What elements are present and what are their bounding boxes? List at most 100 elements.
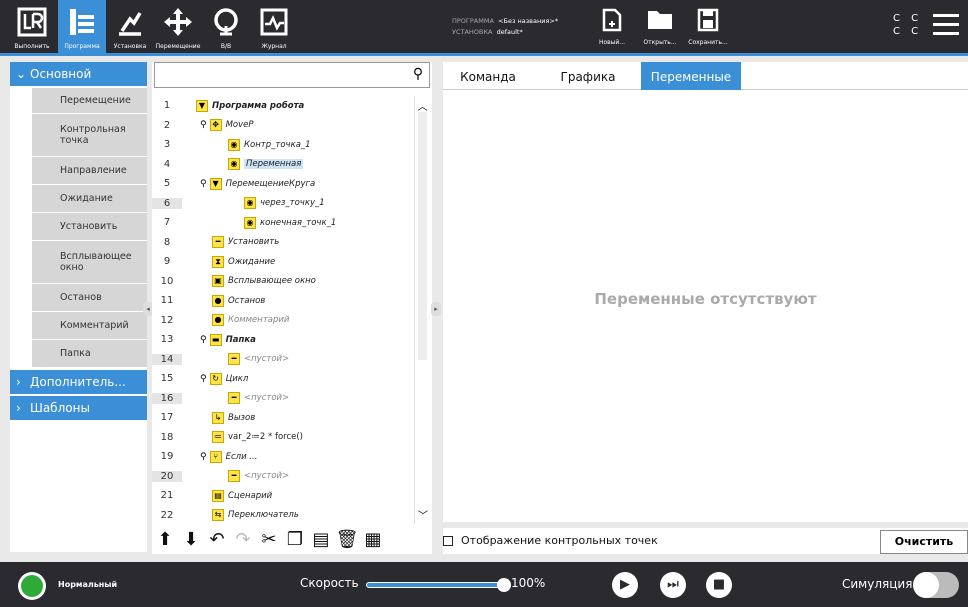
breakpoint-pin-icon[interactable]: ⚲ <box>200 374 207 384</box>
tree-row[interactable]: 7 ◉ конечная_точк_1 <box>152 213 414 233</box>
line-number: 12 <box>160 314 174 326</box>
tree-row[interactable]: 9 ⧗ Ожидание <box>152 252 414 272</box>
show-waypoints-checkbox[interactable] <box>443 536 453 546</box>
clear-button[interactable]: Очистить <box>880 530 968 554</box>
line-number: 21 <box>160 490 174 502</box>
tree-row[interactable]: 6 ◉ через_точку_1 <box>152 194 414 214</box>
line-number: 13 <box>160 334 174 346</box>
undo-icon[interactable]: ↶ <box>204 528 230 552</box>
scroll-down-icon[interactable]: ﹀ <box>418 507 428 522</box>
search-input[interactable] <box>155 63 405 87</box>
status-led-icon[interactable] <box>18 572 46 600</box>
tree-row[interactable]: 20 ━ <пустой> <box>152 467 414 487</box>
line-number: 9 <box>163 256 171 268</box>
chevron-right-icon: › <box>16 401 21 415</box>
search-icon[interactable]: ⚲ <box>409 66 427 84</box>
tree-row[interactable]: 12 ● Комментарий <box>152 311 414 331</box>
tree-row[interactable]: 16 ━ <пустой> <box>152 389 414 409</box>
tree-row[interactable]: 21 ▤ Сценарий <box>152 486 414 506</box>
tree-row[interactable]: 1 ▼ Программа робота <box>152 96 414 116</box>
sidebar-item-direction[interactable]: Направление <box>32 157 147 184</box>
sidebar-item-halt[interactable]: Останов <box>32 284 147 311</box>
top-bar: Выполнить Программа Установка Перемещени… <box>0 0 968 56</box>
breakpoint-pin-icon[interactable]: ⚲ <box>200 179 207 189</box>
tree-row[interactable]: 4 ◉ Переменная <box>152 155 414 175</box>
section-basic[interactable]: ⌄ Основной <box>10 62 147 86</box>
io-tab[interactable]: В/В <box>202 0 250 53</box>
sidebar-item-waypoint[interactable]: Контрольная точка <box>32 114 147 156</box>
open-file-label: Открыть... <box>643 39 677 46</box>
log-icon <box>260 8 288 36</box>
speed-slider-knob[interactable] <box>497 578 511 592</box>
suppress-icon[interactable]: ▦ <box>360 528 386 552</box>
paste-icon[interactable]: ▤ <box>308 528 334 552</box>
tree-scrollbar[interactable]: ︿ ﹀ <box>414 96 430 524</box>
sidebar-item-comment[interactable]: Комментарий <box>32 312 147 339</box>
section-templates[interactable]: › Шаблоны <box>10 396 147 420</box>
collapse-tree-icon[interactable]: ▸ <box>431 302 441 316</box>
simulation-toggle[interactable] <box>913 572 959 598</box>
tree-node-label: var_2≔2 * force() <box>228 432 303 443</box>
tree-node-label: <пустой> <box>244 471 290 482</box>
log-tab-label: Журнал <box>261 43 287 50</box>
tab-command[interactable]: Команда <box>443 62 533 90</box>
move-tab[interactable]: Перемещение <box>154 0 202 53</box>
play-icon[interactable]: ▶ <box>612 572 638 598</box>
redo-icon[interactable]: ↷ <box>230 528 256 552</box>
waypoint-icon: ◉ <box>244 216 256 229</box>
program-tree-panel: ⚲ 1 ▼ Программа робота 2 ⚲ ✥ MoveP 3 ◉ Контр_точк… <box>152 62 432 554</box>
tree-row[interactable]: 5 ⚲ ▼ ПеремещениеКруга <box>152 174 414 194</box>
tree-row[interactable]: 14 ━ <пустой> <box>152 350 414 370</box>
tree-row[interactable]: 10 ▣ Всплывающее окно <box>152 272 414 292</box>
sidebar-item-wait[interactable]: Ожидание <box>32 185 147 212</box>
scroll-up-icon[interactable]: ︿ <box>415 98 430 113</box>
move-up-icon[interactable]: ⬆ <box>152 528 178 552</box>
empty-icon: ━ <box>228 470 240 483</box>
installation-tab[interactable]: Установка <box>106 0 154 53</box>
breakpoint-pin-icon[interactable]: ⚲ <box>200 335 207 345</box>
tree-node-label: Переменная <box>244 159 304 170</box>
copy-icon[interactable]: ❐ <box>282 528 308 552</box>
tree-row[interactable]: 18 ≔ var_2≔2 * force() <box>152 428 414 448</box>
tree-node-label: Комментарий <box>228 315 290 326</box>
save-file-button[interactable]: Сохранить... <box>688 8 728 48</box>
move-down-icon[interactable]: ⬇ <box>178 528 204 552</box>
tree-node-label: Установить <box>228 237 280 248</box>
line-number: 19 <box>160 451 174 463</box>
triangle-down-icon: ▼ <box>196 99 208 112</box>
tree-row[interactable]: 17 ↳ Вызов <box>152 408 414 428</box>
tree-row[interactable]: 22 ⇆ Переключатель <box>152 506 414 526</box>
line-number: 3 <box>163 139 171 151</box>
sidebar: ⌄ Основной Перемещение Контрольная точка … <box>10 62 147 552</box>
program-tab[interactable]: Программа <box>58 0 106 53</box>
cut-icon[interactable]: ✂ <box>256 528 282 552</box>
tree-row[interactable]: 19 ⚲ ⑂ Если ... <box>152 447 414 467</box>
scroll-thumb[interactable] <box>418 112 427 360</box>
section-advanced[interactable]: › Дополнитель... <box>10 370 147 394</box>
tree-row[interactable]: 13 ⚲ ▬ Папка <box>152 330 414 350</box>
tree-row[interactable]: 8 ━ Установить <box>152 233 414 253</box>
tree-row[interactable]: 15 ⚲ ↻ Цикл <box>152 369 414 389</box>
sidebar-item-set[interactable]: Установить <box>32 213 147 240</box>
sidebar-item-popup[interactable]: Всплывающее окно <box>32 241 147 283</box>
run-tab[interactable]: Выполнить <box>8 0 56 53</box>
delete-icon[interactable]: 🗑 <box>334 528 360 552</box>
tab-graphics[interactable]: Графика <box>543 62 633 90</box>
tree-row[interactable]: 11 ● Останов <box>152 291 414 311</box>
new-file-icon <box>602 8 622 32</box>
new-file-button[interactable]: Новый... <box>594 8 630 48</box>
sidebar-item-folder[interactable]: Папка <box>32 340 147 367</box>
tree-row[interactable]: 3 ◉ Контр_точка_1 <box>152 135 414 155</box>
tree-row[interactable]: 2 ⚲ ✥ MoveP <box>152 116 414 136</box>
hamburger-menu-icon[interactable] <box>933 14 959 35</box>
tree-node-label: Вызов <box>228 412 256 423</box>
open-file-button[interactable]: Открыть... <box>642 8 678 48</box>
stop-icon[interactable]: ■ <box>706 572 732 598</box>
breakpoint-pin-icon[interactable]: ⚲ <box>200 120 207 130</box>
log-tab[interactable]: Журнал <box>250 0 298 53</box>
tab-variables[interactable]: Переменные <box>641 62 741 90</box>
speed-slider[interactable] <box>366 578 511 592</box>
step-icon[interactable]: ⏭ <box>660 572 686 598</box>
sidebar-item-move[interactable]: Перемещение <box>32 88 147 113</box>
breakpoint-pin-icon[interactable]: ⚲ <box>200 452 207 462</box>
